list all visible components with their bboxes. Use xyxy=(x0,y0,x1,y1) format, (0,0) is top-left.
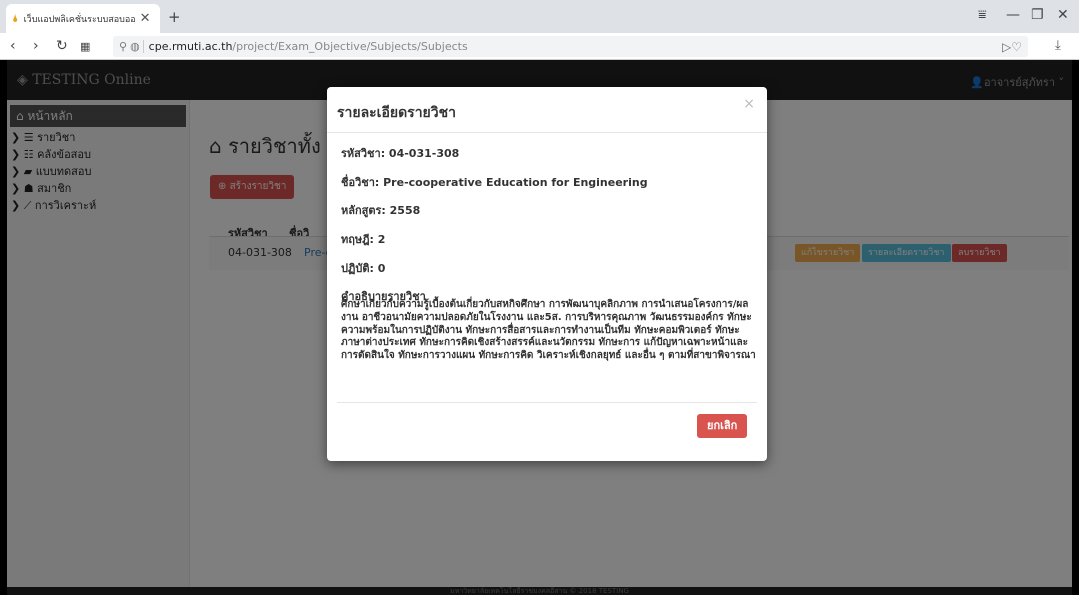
apps-grid-icon[interactable]: ▦ xyxy=(80,40,90,53)
subject-code: รหัสวิชา: 04-031-308 xyxy=(341,147,460,160)
url-host: cpe.rmuti.ac.th xyxy=(142,40,232,53)
cancel-button[interactable]: ยกเลิก xyxy=(697,414,748,438)
close-window-icon[interactable]: ✕ xyxy=(1057,7,1069,23)
modal-close-icon[interactable]: × xyxy=(743,96,755,112)
restore-icon[interactable]: ❐ xyxy=(1031,7,1044,23)
modal-footer-divider xyxy=(337,402,757,403)
theory-credits: ทฤษฎี: 2 xyxy=(341,233,386,246)
practice-credits: ปฏิบัติ: 0 xyxy=(341,262,386,275)
url-input[interactable]: ⚲ ◍ cpe.rmuti.ac.th/project/Exam_Objecti… xyxy=(113,36,1028,57)
search-icon: ⚲ xyxy=(119,40,128,53)
minimize-icon[interactable]: — xyxy=(1006,7,1020,23)
download-icon[interactable]: ⤓ xyxy=(1055,38,1061,53)
globe-icon: ◍ xyxy=(130,40,140,53)
tab-title: เว็บแอปพลิเคชั่นระบบสอบออนไ xyxy=(23,14,136,25)
subject-name: ชื่อวิชา: Pre-cooperative Education for … xyxy=(341,176,648,189)
back-icon[interactable]: ‹ xyxy=(10,38,16,54)
address-bar: ‹ › ↻ ▦ ⚲ ◍ cpe.rmuti.ac.th/project/Exam… xyxy=(0,33,1079,60)
browser-tab[interactable]: 🌢 เว็บแอปพลิเคชั่นระบบสอบออนไ ✕ xyxy=(6,4,160,33)
tab-close-icon[interactable]: ✕ xyxy=(140,11,151,26)
modal-header-divider xyxy=(327,132,767,133)
url-path: /project/Exam_Objective/Subjects/Subject… xyxy=(232,40,468,53)
curriculum-year: หลักสูตร: 2558 xyxy=(341,204,421,217)
tab-list-icon[interactable]: ⩸ xyxy=(978,7,987,23)
subject-detail-modal: รายละเอียดรายวิชา × รหัสวิชา: 04-031-308… xyxy=(327,87,767,461)
favicon-icon: 🌢 xyxy=(12,11,19,25)
browser-tab-bar: 🌢 เว็บแอปพลิเคชั่นระบบสอบออนไ ✕ + ⩸ — ❐ … xyxy=(0,0,1079,33)
bookmark-heart-icon[interactable]: ▷♡ xyxy=(1002,40,1022,54)
forward-icon[interactable]: › xyxy=(33,38,39,54)
reload-icon[interactable]: ↻ xyxy=(56,38,68,54)
description-text: ศึกษาเกี่ยวกับความรู้เบื้องต้นเกี่ยวกับส… xyxy=(341,299,756,362)
modal-title: รายละเอียดรายวิชา xyxy=(337,105,456,121)
new-tab-button[interactable]: + xyxy=(168,8,181,26)
